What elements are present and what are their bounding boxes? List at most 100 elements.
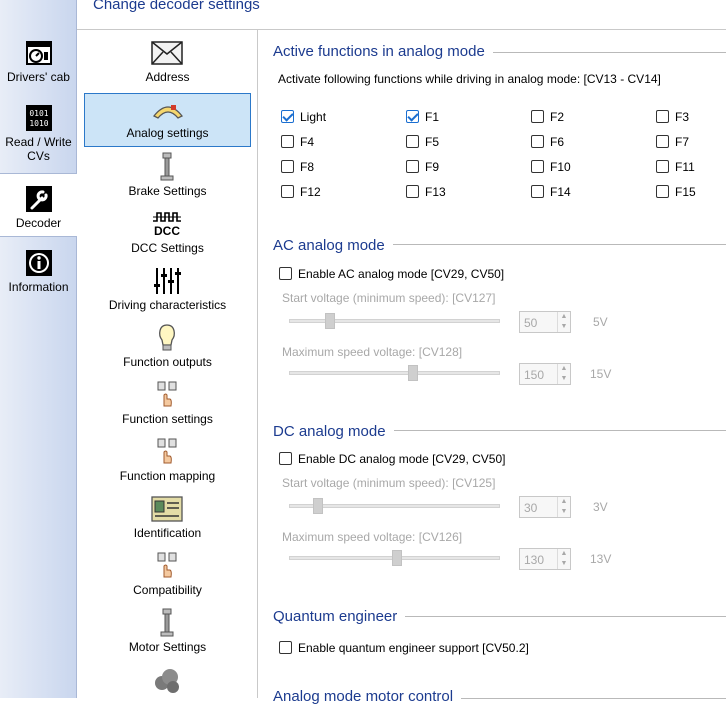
checkbox-label: F12	[300, 185, 321, 199]
checkbox-f14[interactable]	[531, 185, 544, 198]
spinner-value: 130	[524, 553, 545, 567]
dc-max-speed-unit: 13V	[590, 552, 612, 566]
nav-item-label: Brake Settings	[128, 184, 207, 198]
section-title-dc-analog-mode: DC analog mode	[273, 423, 394, 440]
spinner-down-icon[interactable]: ▼	[557, 507, 570, 517]
section-title-ac-analog-mode: AC analog mode	[273, 237, 393, 254]
checkbox-label: F8	[300, 160, 315, 174]
checkbox-f5[interactable]	[406, 135, 419, 148]
spinner-down-icon[interactable]: ▼	[557, 374, 570, 384]
function-keys-icon	[157, 552, 177, 578]
nav-item-address[interactable]: Address	[84, 36, 251, 90]
nav-item-identification[interactable]: Identification	[84, 492, 251, 546]
left-navigation-bar: Drivers' cab 0101 1010 Read / Write CVs …	[0, 0, 77, 698]
nav-item-label: Function outputs	[123, 355, 212, 369]
sliders-icon	[154, 268, 181, 294]
left-item-drivers-cab[interactable]: Drivers' cab	[0, 38, 77, 84]
spinner-up-icon[interactable]: ▲	[557, 549, 570, 559]
drivers-cab-icon	[25, 41, 52, 65]
settings-navigation: Address Analog settings Brake Settings D…	[77, 30, 258, 698]
nav-item-function-settings[interactable]: Function settings	[84, 378, 251, 432]
checkbox-label: F3	[675, 110, 690, 124]
nav-item-dcc-settings[interactable]: DCC DCC Settings	[84, 207, 251, 261]
ac-max-speed-slider[interactable]	[289, 371, 500, 375]
spinner-up-icon[interactable]: ▲	[557, 364, 570, 374]
ac-max-speed-unit: 15V	[590, 367, 612, 381]
nav-item-label: DCC Settings	[131, 241, 204, 255]
gauge-icon	[152, 105, 184, 119]
checkbox-label: F5	[425, 135, 440, 149]
nav-item-smoke[interactable]	[84, 663, 251, 717]
dcc-icon-text: DCC	[154, 224, 180, 238]
checkbox-enable-dc-analog[interactable]	[279, 452, 292, 465]
dc-max-speed-label: Maximum speed voltage: [CV126]	[282, 530, 463, 544]
checkbox-f1[interactable]	[406, 110, 419, 123]
dc-max-speed-slider-thumb[interactable]	[391, 550, 402, 566]
checkbox-light[interactable]	[281, 110, 294, 123]
checkbox-label: F2	[550, 110, 565, 124]
spinner-down-icon[interactable]: ▼	[557, 322, 570, 332]
checkbox-f11[interactable]	[656, 160, 669, 173]
dc-max-speed-spinner[interactable]: 130 ▲ ▼	[519, 548, 571, 570]
checkbox-label: F10	[550, 160, 571, 174]
checkbox-label: F4	[300, 135, 315, 149]
checkbox-label: F13	[425, 185, 446, 199]
spinner-up-icon[interactable]: ▲	[557, 312, 570, 322]
ac-start-voltage-slider-thumb[interactable]	[325, 313, 336, 329]
nav-item-function-outputs[interactable]: Function outputs	[84, 321, 251, 375]
binary-icon: 0101 1010	[25, 105, 52, 131]
checkbox-f15[interactable]	[656, 185, 669, 198]
ac-max-speed-slider-thumb[interactable]	[407, 365, 418, 381]
nav-item-function-mapping[interactable]: Function mapping	[84, 435, 251, 489]
checkbox-f2[interactable]	[531, 110, 544, 123]
nav-item-label: Driving characteristics	[108, 298, 227, 312]
dc-start-voltage-spinner[interactable]: 30 ▲ ▼	[519, 496, 571, 518]
nav-item-motor-settings[interactable]: Motor Settings	[84, 606, 251, 660]
spinner-up-icon[interactable]: ▲	[557, 497, 570, 507]
checkbox-f3[interactable]	[656, 110, 669, 123]
checkbox-label: F1	[425, 110, 440, 124]
active-functions-description: Activate following functions while drivi…	[278, 72, 661, 86]
page-title: Change decoder settings	[93, 0, 260, 13]
left-item-decoder[interactable]: Decoder	[0, 173, 77, 237]
nav-item-brake-settings[interactable]: Brake Settings	[84, 150, 251, 204]
checkbox-f4[interactable]	[281, 135, 294, 148]
svg-text:1010: 1010	[29, 119, 48, 128]
settings-content: Active functions in analog mode Activate…	[258, 30, 726, 705]
checkbox-f12[interactable]	[281, 185, 294, 198]
checkbox-f10[interactable]	[531, 160, 544, 173]
checkbox-f13[interactable]	[406, 185, 419, 198]
checkbox-f7[interactable]	[656, 135, 669, 148]
information-icon	[25, 250, 52, 276]
nav-item-compatibility[interactable]: Compatibility	[84, 549, 251, 603]
checkbox-f9[interactable]	[406, 160, 419, 173]
ac-start-voltage-spinner[interactable]: 50 ▲ ▼	[519, 311, 571, 333]
brake-icon	[160, 152, 174, 181]
envelope-icon	[151, 41, 183, 65]
nav-item-label: Address	[145, 70, 190, 84]
left-item-read-write-cvs[interactable]: 0101 1010 Read / Write CVs	[0, 103, 77, 163]
checkbox-label: F6	[550, 135, 565, 149]
checkbox-label: Enable AC analog mode [CV29, CV50]	[298, 267, 505, 281]
dcc-icon: DCC	[153, 212, 181, 238]
ac-start-voltage-slider[interactable]	[289, 319, 500, 323]
checkbox-f8[interactable]	[281, 160, 294, 173]
checkbox-enable-quantum-engineer[interactable]	[279, 641, 292, 654]
checkbox-f6[interactable]	[531, 135, 544, 148]
function-keys-icon	[157, 381, 177, 407]
checkbox-label: F9	[425, 160, 440, 174]
spinner-value: 50	[524, 316, 538, 330]
header: Change decoder settings	[77, 0, 726, 30]
left-item-information[interactable]: Information	[0, 248, 77, 294]
nav-item-analog-settings[interactable]: Analog settings	[84, 93, 251, 147]
ac-max-speed-spinner[interactable]: 150 ▲ ▼	[519, 363, 571, 385]
wrench-icon	[25, 186, 52, 212]
nav-item-label: Identification	[133, 526, 202, 540]
checkbox-enable-ac-analog[interactable]	[279, 267, 292, 280]
left-item-label: Drivers' cab	[7, 70, 70, 84]
dc-start-voltage-slider-thumb[interactable]	[313, 498, 324, 514]
spinner-down-icon[interactable]: ▼	[557, 559, 570, 569]
checkbox-label: F11	[675, 160, 695, 174]
nav-item-driving-characteristics[interactable]: Driving characteristics	[84, 264, 251, 318]
nav-item-label: Function settings	[122, 412, 213, 426]
